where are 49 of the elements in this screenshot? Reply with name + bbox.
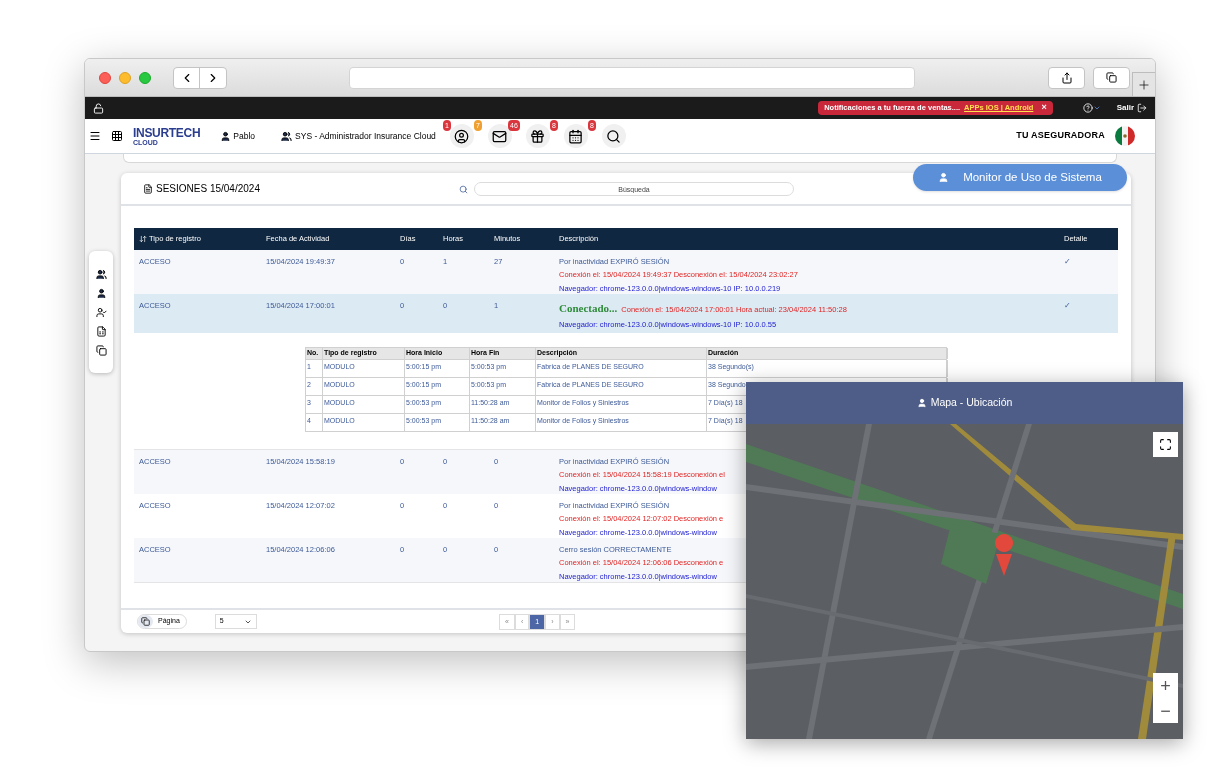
calendar-button[interactable] — [563, 124, 588, 148]
mail-button[interactable] — [487, 124, 512, 148]
status-label: Conectado... — [559, 301, 618, 316]
tabs-button[interactable] — [1093, 66, 1130, 89]
logout-button[interactable]: Salir — [1116, 102, 1147, 114]
user-icon — [454, 128, 470, 144]
menu-icon[interactable] — [89, 130, 101, 142]
close-button[interactable]: × — [1041, 101, 1047, 115]
apps-grid-icon[interactable] — [111, 130, 123, 142]
users-icon — [281, 130, 293, 142]
sort-icon[interactable] — [139, 235, 147, 243]
copy-icon[interactable] — [141, 617, 150, 626]
gift-icon — [530, 128, 546, 144]
map-title: Mapa - Ubicación — [930, 395, 1013, 411]
help-button[interactable] — [1082, 103, 1101, 113]
logout-icon — [1137, 103, 1147, 113]
fullscreen-icon — [1159, 438, 1172, 451]
user-icon[interactable] — [95, 287, 107, 299]
fullscreen-button[interactable] — [1153, 432, 1178, 457]
copy-icon[interactable] — [95, 344, 107, 356]
zoom-in-button[interactable]: + — [1153, 673, 1178, 698]
user-icon — [220, 130, 232, 142]
search-icon — [606, 128, 622, 144]
user-check-icon[interactable] — [95, 306, 107, 318]
users-icon[interactable] — [95, 268, 107, 280]
tabs-icon — [1106, 72, 1117, 83]
card-title: SESIONES 15/04/2024 — [156, 182, 260, 196]
unlock-icon — [93, 102, 104, 114]
flag-icon — [1115, 126, 1135, 146]
user-role: SYS - Administrador Insurance Cloud — [295, 129, 436, 143]
mail-icon — [492, 128, 508, 144]
user-name: Pablo — [233, 129, 256, 143]
document-icon — [143, 183, 153, 194]
close-window-button[interactable] — [99, 71, 111, 84]
search-icon — [459, 184, 468, 194]
help-icon — [1082, 103, 1093, 113]
user-button[interactable] — [449, 124, 474, 148]
gift-button[interactable] — [525, 124, 550, 148]
spreadsheet-icon[interactable] — [95, 325, 107, 337]
user-icon — [916, 398, 927, 408]
zoom-out-button[interactable]: − — [1153, 698, 1178, 723]
company-name: TU ASEGURADORA — [1016, 129, 1105, 143]
plus-icon — [1137, 77, 1151, 92]
share-icon — [1060, 71, 1073, 84]
user-icon — [938, 172, 950, 183]
search-button[interactable] — [601, 124, 626, 148]
share-button[interactable] — [1048, 66, 1085, 89]
calendar-icon — [568, 128, 584, 144]
caret-icon — [1092, 104, 1101, 112]
